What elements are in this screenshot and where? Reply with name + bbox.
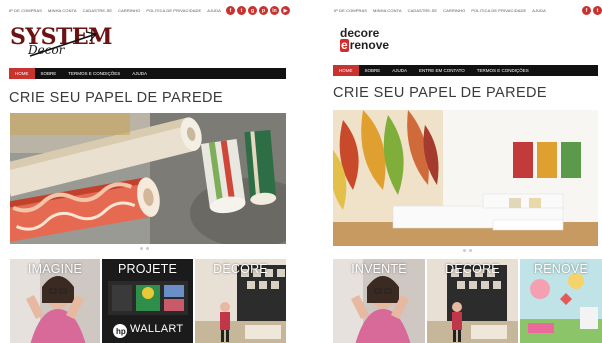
top-link-privacidade[interactable]: POLITICA DE PRIVACIDADE [471,8,526,13]
wallart-badge: WALLART [130,323,184,335]
social-icons: f t [582,6,602,15]
carousel-dots [140,247,149,250]
top-link-compras[interactable]: IP DE COMPRAS [9,8,42,13]
top-link-cadastre-se[interactable]: CADASTRE-SE [408,8,438,13]
nav-ajuda[interactable]: AJUDA [386,65,413,76]
tile-invente-label: INVENTE [351,262,407,276]
main-nav: HOME SOBRE AJUDA ENTRE EM CONTATO TERMOS… [333,65,598,76]
logo-renove-text: renove [349,38,390,52]
top-link-ajuda[interactable]: AJUDA [532,8,546,13]
tile-invente[interactable]: INVENTE [333,259,425,343]
nav-contato[interactable]: ENTRE EM CONTATO [413,65,471,76]
wallpaper-rolls-image [10,113,286,244]
nav-sobre[interactable]: SOBRE [35,68,63,79]
feature-tiles: IMAGINE hp PROJETE WALLART DECORE [10,259,286,343]
top-bar: IP DE COMPRAS MINHA CONTA CADASTRE-SE CA… [9,6,290,16]
hero-banner-wallpaper-rolls[interactable] [10,113,286,244]
tile-decore[interactable]: DECORE [427,259,518,343]
nav-home[interactable]: HOME [333,65,359,76]
decore-renove-logo[interactable]: decore e renove [340,27,404,53]
top-link-ajuda[interactable]: AJUDA [207,8,221,13]
hero-banner-living-room[interactable] [333,110,598,246]
top-link-minha-conta[interactable]: MINHA CONTA [373,8,402,13]
google-plus-icon[interactable]: g [248,6,257,15]
tile-renove[interactable]: RENOVE [520,259,602,343]
carousel-dots [463,249,472,252]
main-nav: HOME SOBRE TERMOS E CONDIÇÕES AJUDA [9,68,286,79]
pinterest-icon[interactable]: p [259,6,268,15]
tile-renove-label: RENOVE [534,262,588,276]
feature-tiles: INVENTE DECORE RENOVE [333,259,602,343]
top-link-privacidade[interactable]: POLITICA DE PRIVACIDADE [146,8,201,13]
page-title: CRIE SEU PAPEL DE PAREDE [333,85,548,101]
facebook-icon[interactable]: f [582,6,591,15]
tile-decore[interactable]: DECORE [195,259,286,343]
top-bar: IP DE COMPRAS MINHA CONTA CADASTRE-SE CA… [334,6,602,16]
social-icons: f t g p in ▶ [226,6,290,15]
top-link-compras[interactable]: IP DE COMPRAS [334,8,367,13]
top-link-carrinho[interactable]: CARRINHO [118,8,140,13]
carousel-dot[interactable] [469,249,472,252]
youtube-icon[interactable]: ▶ [281,6,290,15]
tile-decore-label: DECORE [213,262,268,276]
system-decor-logo[interactable]: SYSTEM Decor [10,26,112,62]
tile-projete-label: PROJETE [117,262,178,276]
nav-termos[interactable]: TERMOS E CONDIÇÕES [62,68,126,79]
nav-termos[interactable]: TERMOS E CONDIÇÕES [471,65,535,76]
carousel-dot[interactable] [140,247,143,250]
top-links: IP DE COMPRAS MINHA CONTA CADASTRE-SE CA… [334,8,546,13]
nav-home[interactable]: HOME [9,68,35,79]
tile-imagine-label: IMAGINE [27,262,83,276]
logo-line-renove: e renove [340,39,404,52]
twitter-icon[interactable]: t [237,6,246,15]
left-site-screenshot: IP DE COMPRAS MINHA CONTA CADASTRE-SE CA… [0,0,296,343]
logo-swoosh [29,31,98,57]
facebook-icon[interactable]: f [226,6,235,15]
nav-sobre[interactable]: SOBRE [359,65,387,76]
carousel-dot[interactable] [146,247,149,250]
linkedin-icon[interactable]: in [270,6,279,15]
top-link-carrinho[interactable]: CARRINHO [443,8,465,13]
living-room-image [333,110,598,246]
tile-imagine[interactable]: IMAGINE [10,259,100,343]
top-link-cadastre-se[interactable]: CADASTRE-SE [83,8,113,13]
logo-e-mark: e [340,38,349,52]
svg-text:hp: hp [116,327,126,336]
nav-ajuda[interactable]: AJUDA [126,68,153,79]
top-link-minha-conta[interactable]: MINHA CONTA [48,8,77,13]
carousel-dot[interactable] [463,249,466,252]
tile-projete[interactable]: hp PROJETE WALLART [102,259,193,343]
top-links: IP DE COMPRAS MINHA CONTA CADASTRE-SE CA… [9,8,221,13]
twitter-icon[interactable]: t [593,6,602,15]
page-title: CRIE SEU PAPEL DE PAREDE [9,90,224,106]
tile-decore-label: DECORE [445,262,500,276]
